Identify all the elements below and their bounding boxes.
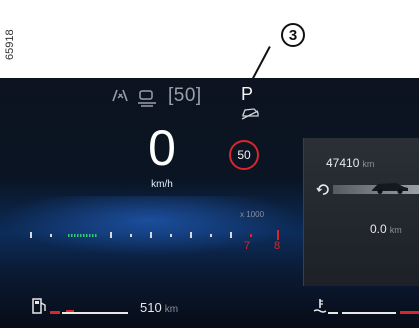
- trip-distance: 0.0 km: [370, 222, 402, 236]
- callout-3: 3: [281, 23, 305, 47]
- instrument-cluster: [50] P 0 km/h 50 x 1000 7 8 47410 km 0.0…: [0, 78, 419, 328]
- lane-keep-icon: [138, 90, 156, 107]
- odometer-value: 47410: [326, 156, 360, 170]
- speed-limiter-value: [50]: [168, 85, 202, 106]
- callout-3-leader: [250, 46, 271, 83]
- car-status-icon: [241, 108, 259, 120]
- rpm-multiplier: x 1000: [240, 210, 265, 219]
- temperature-gauge: [328, 311, 419, 314]
- coolant-temperature-icon: [313, 299, 327, 313]
- fuel-range-unit: km: [164, 304, 179, 315]
- speed-value: 0: [148, 120, 176, 176]
- figure-id: 65918: [4, 29, 16, 60]
- fuel-range-value: 510: [140, 300, 162, 315]
- trip-reset-icon: [316, 184, 329, 195]
- odometer: 47410 km: [326, 156, 374, 170]
- driver-assist-icon: [112, 89, 128, 102]
- rpm-label-7: 7: [244, 240, 251, 252]
- rpm-green-band: [68, 234, 97, 237]
- trip-value: 0.0: [370, 222, 387, 236]
- fuel-gauge: [50, 310, 128, 314]
- rpm-label-8: 8: [274, 240, 281, 252]
- gear-indicator: P: [241, 84, 254, 104]
- rpm-scale: [30, 230, 279, 240]
- speed-unit: km/h: [151, 179, 173, 190]
- odometer-unit: km: [362, 159, 375, 169]
- speed-limit-sign: 50: [229, 140, 259, 170]
- car-silhouette-icon: [372, 183, 408, 194]
- trip-unit: km: [389, 225, 402, 235]
- fuel-range: 510 km: [140, 300, 178, 315]
- fuel-pump-icon: [32, 298, 46, 314]
